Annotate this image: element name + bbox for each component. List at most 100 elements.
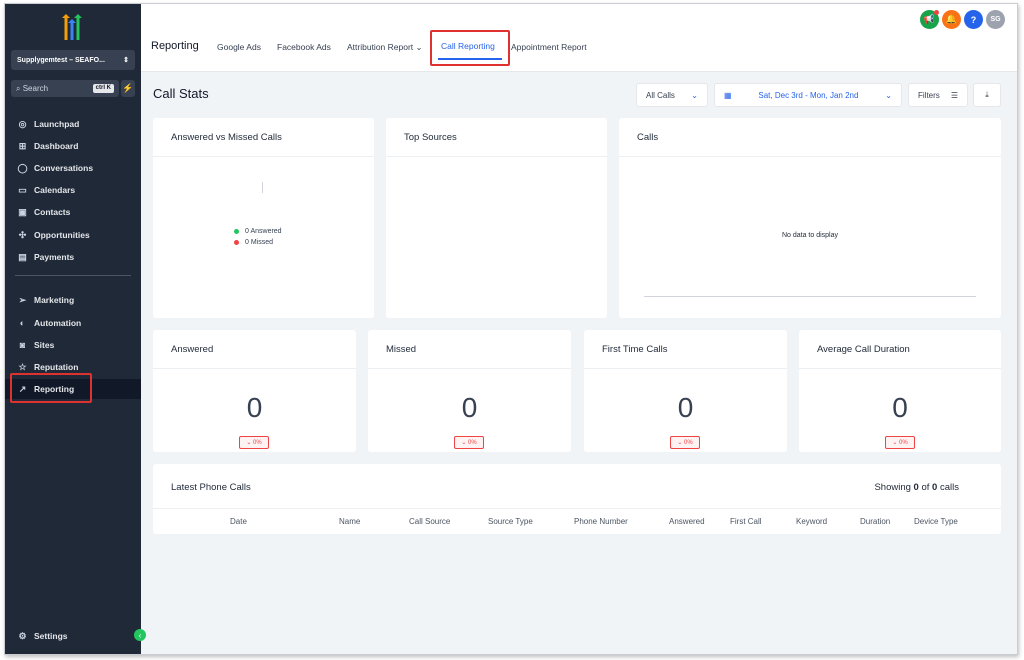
sidebar-item-label: Payments [34,252,75,262]
date-range-value: Sat, Dec 3rd - Mon, Jan 2nd [758,90,859,100]
chevron-down-icon: ⌄ [691,90,698,100]
column-header-keyword[interactable]: Keyword [796,517,827,526]
switch-icon: ⇕ [123,57,129,64]
sidebar: Supplygemtest – SEAFO... ⇕ ⌕ Search ctrl… [5,4,141,654]
send-icon: ➢ [18,294,27,305]
quick-actions-bolt-icon[interactable]: ⚡ [121,80,135,97]
card-divider [584,368,787,369]
notification-bell-icon[interactable]: 🔔 [942,10,961,29]
app-window: Supplygemtest – SEAFO... ⇕ ⌕ Search ctrl… [4,3,1018,655]
announcement-megaphone-icon[interactable]: 📢 [920,10,939,29]
call-filter-select[interactable]: All Calls ⌄ [636,83,708,107]
sidebar-item-label: Settings [34,631,68,641]
automation-icon: ◐ [19,318,26,328]
showing-prefix: Showing [874,482,914,493]
tab-facebook-ads[interactable]: Facebook Ads [277,42,331,52]
top-sources-card: Top Sources [386,118,607,318]
avatar[interactable]: SG [986,10,1005,29]
column-header-source-type[interactable]: Source Type [488,517,533,526]
sites-icon: ◙ [19,340,26,350]
column-header-first-call[interactable]: First Call [730,517,762,526]
page-title: Call Stats [153,86,209,101]
header-actions: 📢 🔔 ? SG [920,10,1005,29]
reporting-highlight-box [10,373,92,403]
tab-google-ads[interactable]: Google Ads [217,42,261,52]
sidebar-item-label: Reputation [34,362,79,372]
sidebar-item-opportunities[interactable]: ✣ Opportunities [5,225,141,245]
change-badge: ⌄ 0% [885,436,915,449]
column-header-date[interactable]: Date [230,517,247,526]
column-header-phone-number[interactable]: Phone Number [574,517,628,526]
card-divider [153,156,374,157]
card-divider [368,368,571,369]
help-icon[interactable]: ? [964,10,983,29]
download-button[interactable]: ⤓ [973,83,1001,107]
top-bar: Reporting Google Ads Facebook Ads Attrib… [141,4,1017,72]
sidebar-item-contacts[interactable]: ▣ Contacts [5,202,141,222]
account-switcher[interactable]: Supplygemtest – SEAFO... ⇕ [11,50,135,70]
sidebar-item-label: Launchpad [34,119,80,129]
latest-phone-calls-card: Latest Phone Calls Showing 0 of 0 calls … [153,464,1001,534]
search-icon: ⌕ [16,83,21,93]
sidebar-item-label: Conversations [34,163,94,173]
answered-dot-icon [234,229,239,234]
stat-card-missed: Missed 0 ⌄ 0% [368,330,571,452]
no-data-message: No data to display [781,232,839,239]
column-header-call-source[interactable]: Call Source [409,517,450,526]
filters-button[interactable]: Filters ☰ [908,83,968,107]
sidebar-item-dashboard[interactable]: ⊞ Dashboard [5,136,141,156]
answered-vs-missed-card: Answered vs Missed Calls 0 Answered 0 Mi… [153,118,374,318]
stat-title: First Time Calls [602,344,668,355]
stat-card-average-call-duration: Average Call Duration 0 ⌄ 0% [799,330,1001,452]
download-icon: ⤓ [985,90,989,99]
tab-attribution-report[interactable]: Attribution Report ⌄ [347,42,423,53]
tab-appointment-report[interactable]: Appointment Report [511,42,587,52]
contacts-icon: ▣ [18,206,27,217]
showing-count: Showing 0 of 0 calls [874,482,959,493]
column-header-name[interactable]: Name [339,517,360,526]
sidebar-item-label: Opportunities [34,230,90,240]
collapse-sidebar-chevron-icon[interactable]: ‹ [134,629,146,641]
gear-icon: ⚙ [18,630,27,641]
stat-title: Answered [171,344,214,355]
sidebar-item-calendars[interactable]: ▭ Calendars [5,180,141,200]
brand-logo-icon [62,14,82,40]
sidebar-divider [15,275,131,276]
card-title: Answered vs Missed Calls [171,132,282,143]
date-range-picker[interactable]: ▦ Sat, Dec 3rd - Mon, Jan 2nd ⌄ [714,83,902,107]
change-badge: ⌄ 0% [454,436,484,449]
stat-card-answered: Answered 0 ⌄ 0% [153,330,356,452]
call-filter-value: All Calls [646,90,675,100]
showing-of: of [918,482,933,493]
legend-label: 0 Answered [245,228,282,235]
stat-card-first-time-calls: First Time Calls 0 ⌄ 0% [584,330,787,452]
card-divider [386,156,607,157]
sidebar-item-label: Automation [34,318,82,328]
card-title: Latest Phone Calls [171,482,251,493]
sidebar-item-sites[interactable]: ◙ Sites [5,335,141,355]
sidebar-item-label: Marketing [34,295,75,305]
column-header-duration[interactable]: Duration [860,517,890,526]
sidebar-item-label: Calendars [34,185,76,195]
legend-answered: 0 Answered [234,228,282,235]
sidebar-item-label: Contacts [34,207,71,217]
column-header-device-type[interactable]: Device Type [914,517,958,526]
chevron-down-icon: ⌄ [885,90,892,100]
change-badge: ⌄ 0% [239,436,269,449]
search-placeholder: Search [22,83,49,93]
call-reporting-highlight-box [430,30,510,66]
sidebar-item-settings[interactable]: ⚙ Settings [5,626,141,646]
sidebar-item-marketing[interactable]: ➢ Marketing [5,290,141,310]
card-divider [799,368,1001,369]
search-input[interactable]: ⌕ Search ctrl K [11,80,119,97]
sidebar-item-payments[interactable]: ▤ Payments [5,247,141,267]
calls-chart-card: Calls No data to display [619,118,1001,318]
card-divider [153,508,1001,509]
legend-label: 0 Missed [245,239,274,246]
sidebar-item-conversations[interactable]: ◯ Conversations [5,158,141,178]
column-header-answered[interactable]: Answered [669,517,705,526]
sidebar-item-automation[interactable]: ◐ Automation [5,313,141,333]
sidebar-item-launchpad[interactable]: ◎ Launchpad [5,114,141,134]
dashboard-icon: ⊞ [18,140,27,151]
stat-value: 0 [246,392,263,423]
